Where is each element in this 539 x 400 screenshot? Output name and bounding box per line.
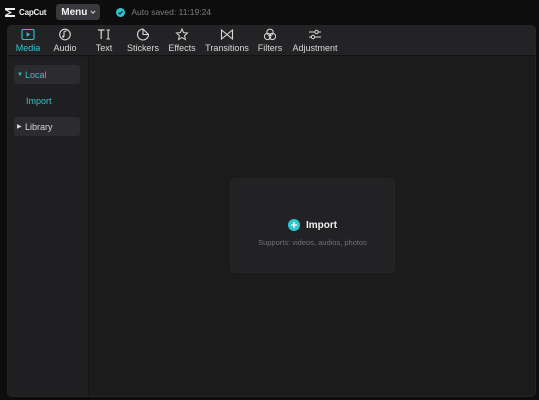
asset-toolbar: Media Audio Text Stickers Effects Transi… [8,26,535,56]
stickers-icon [136,28,150,41]
capcut-logo-icon [5,8,15,17]
sidebar-item-label: Library [25,121,53,132]
import-button[interactable]: Import [231,219,394,231]
chevron-down-icon [90,10,96,14]
app-logo: CapCut [4,0,46,24]
tab-label: Text [95,43,113,53]
sidebar-item-import[interactable]: Import [26,96,52,106]
adjustment-icon [309,29,321,40]
tab-filters[interactable]: Filters [252,26,288,56]
auto-save-status: Auto saved: 11:19:24 [116,7,211,17]
caret-right-icon: ▶ [17,124,22,130]
import-label: Import [305,219,338,231]
tab-label: Filters [257,43,283,53]
filters-icon [263,28,277,41]
audio-icon [59,28,71,41]
effects-icon [175,28,189,41]
tab-stickers[interactable]: Stickers [124,26,162,56]
menu-label: Menu [61,6,88,18]
tab-label: Media [15,43,41,53]
save-status-text: Auto saved: 11:19:24 [131,7,212,17]
sidebar-item-local[interactable]: ▼ Local [14,65,80,84]
media-icon [21,28,35,41]
tab-label: Transitions [205,43,249,53]
tab-transitions[interactable]: Transitions [202,26,252,56]
tab-text[interactable]: Text [84,26,124,56]
check-circle-icon [116,7,126,17]
text-icon [98,29,110,40]
tab-label: Effects [168,43,196,53]
menu-button[interactable]: Menu [56,4,101,20]
plus-circle-icon [287,219,300,231]
sidebar-item-label: Local [25,69,47,80]
transitions-icon [220,28,234,41]
import-dropzone[interactable]: Import Supports: videos, audios, photos [230,178,395,273]
tab-adjustment[interactable]: Adjustment [288,26,342,56]
sidebar-item-library[interactable]: ▶ Library [14,117,80,136]
tab-label: Audio [53,43,77,53]
supported-formats-hint: Supports: videos, audios, photos [258,238,367,247]
tab-effects[interactable]: Effects [162,26,202,56]
tab-label: Stickers [126,43,159,53]
tab-audio[interactable]: Audio [46,26,84,56]
capcut-window: CapCut Menu Auto saved: 11:19:24 Media A… [0,0,539,400]
tab-label: Adjustment [292,43,338,53]
tab-media[interactable]: Media [10,26,46,56]
app-name: CapCut [19,7,47,17]
caret-down-icon: ▼ [17,71,23,78]
title-bar: CapCut Menu Auto saved: 11:19:24 [0,0,539,24]
media-panel: Media Audio Text Stickers Effects Transi… [7,25,536,397]
media-sidebar: ▼ Local Import ▶ Library [8,57,89,396]
